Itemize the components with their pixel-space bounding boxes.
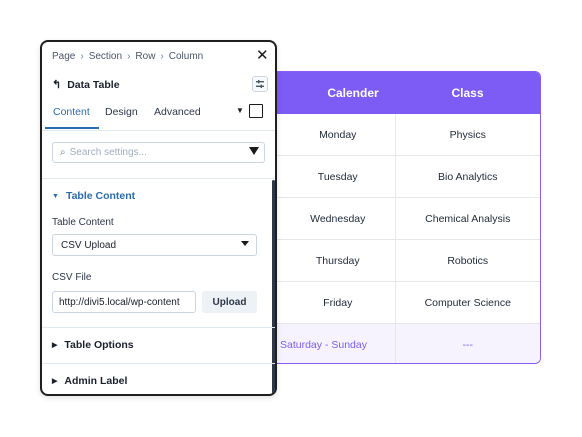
module-title-label: Data Table — [67, 78, 120, 91]
breadcrumb: Page › Section › Row › Column — [52, 51, 203, 62]
table-cell: Monday — [259, 114, 396, 156]
section-heading: Table Content — [65, 190, 136, 202]
table-cell: Chemical Analysis — [395, 197, 540, 240]
table-footer-cell: Saturday - Sunday — [259, 323, 396, 363]
divider — [42, 327, 275, 328]
table-footer-cell: --- — [395, 323, 540, 363]
section-heading: Table Options — [64, 339, 134, 351]
table-row: Thursday Robotics — [259, 239, 540, 282]
csv-url-input[interactable] — [52, 291, 196, 313]
field-label-table-content: Table Content — [52, 217, 114, 228]
column-header-calender: Calender — [259, 72, 395, 114]
tab-design[interactable]: Design — [105, 106, 138, 118]
select-value: CSV Upload — [61, 239, 117, 251]
table-cell: Tuesday — [259, 155, 396, 198]
section-admin-label[interactable]: ▶ Admin Label — [52, 375, 127, 387]
table-cell: Friday — [259, 281, 396, 324]
breadcrumb-row[interactable]: Row — [135, 51, 155, 62]
table-cell: Robotics — [395, 239, 540, 282]
table-row: Tuesday Bio Analytics — [259, 155, 540, 198]
table-cell: Physics — [395, 114, 540, 156]
data-table: Calender Class Monday Physics Tuesday Bi… — [259, 72, 540, 363]
section-table-content[interactable]: ▼ Table Content — [52, 190, 135, 202]
section-heading: Admin Label — [64, 375, 128, 387]
settings-panel: Page › Section › Row › Column ✕ ↰ Data T… — [40, 40, 277, 396]
table-row: Friday Computer Science — [259, 281, 540, 324]
breadcrumb-separator: › — [160, 51, 164, 62]
caret-right-icon: ▶ — [52, 342, 58, 349]
breadcrumb-separator: › — [127, 51, 131, 62]
chevron-down-icon — [241, 241, 249, 246]
data-table-preview: Calender Class Monday Physics Tuesday Bi… — [258, 71, 541, 364]
table-cell: Wednesday — [259, 197, 396, 240]
table-content-select[interactable]: CSV Upload — [52, 234, 257, 256]
section-table-options[interactable]: ▶ Table Options — [52, 339, 134, 351]
divider — [42, 363, 275, 364]
settings-tabs: Content Design Advanced ▼ — [42, 102, 275, 131]
close-icon[interactable]: ✕ — [256, 48, 269, 63]
tab-advanced[interactable]: Advanced — [154, 106, 201, 118]
table-cell: Thursday — [259, 239, 396, 282]
breadcrumb-column[interactable]: Column — [169, 51, 203, 62]
table-row: Wednesday Chemical Analysis — [259, 197, 540, 240]
module-title: ↰ Data Table — [52, 78, 120, 92]
caret-right-icon: ▶ — [52, 378, 58, 385]
table-cell: Bio Analytics — [395, 155, 540, 198]
table-cell: Computer Science — [395, 281, 540, 324]
search-input[interactable] — [69, 147, 240, 158]
upload-button[interactable]: Upload — [202, 291, 257, 313]
layout-toggle-icon[interactable] — [252, 76, 268, 92]
search-icon: ⌕ — [60, 147, 66, 158]
tab-content[interactable]: Content — [53, 106, 90, 118]
filter-icon[interactable] — [249, 147, 259, 155]
caret-down-icon[interactable]: ▼ — [236, 106, 244, 115]
caret-down-icon: ▼ — [52, 192, 59, 200]
search-box: ⌕ — [52, 142, 265, 163]
breadcrumb-page[interactable]: Page — [52, 51, 75, 62]
table-header-row: Calender Class — [259, 72, 540, 114]
column-header-class: Class — [395, 72, 540, 114]
back-arrow-icon[interactable]: ↰ — [52, 78, 61, 91]
table-footer-row: Saturday - Sunday --- — [259, 323, 540, 363]
breadcrumb-separator: › — [80, 51, 84, 62]
breadcrumb-section[interactable]: Section — [89, 51, 122, 62]
field-label-csv-file: CSV File — [52, 272, 92, 283]
divider — [42, 178, 275, 179]
active-tab-indicator — [45, 127, 99, 129]
square-icon[interactable] — [249, 104, 263, 118]
table-row: Monday Physics — [259, 114, 540, 156]
